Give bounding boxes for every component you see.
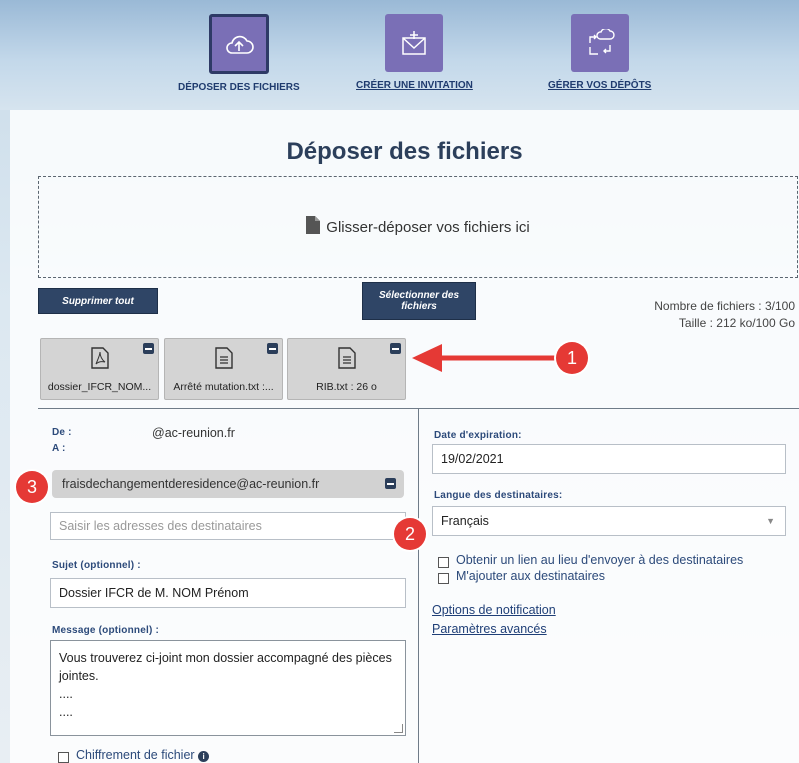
encryption-label: Chiffrement de fichier i [76, 748, 210, 762]
file-name: dossier_IFCR_NOM... [47, 381, 152, 393]
nav-label-manage: GÉRER VOS DÉPÔTS [548, 80, 652, 91]
nav-label-invitation: CRÉER UNE INVITATION [356, 80, 473, 91]
get-link-label: Obtenir un lien au lieu d'envoyer à des … [456, 553, 744, 567]
nav-label-deposit: DÉPOSER DES FICHIERS [178, 82, 300, 93]
advanced-settings-link[interactable]: Paramètres avancés [432, 622, 547, 636]
drop-zone-text: Glisser-déposer vos fichiers ici [326, 218, 530, 236]
resize-handle[interactable] [394, 724, 403, 733]
total-size: Taille : 212 ko/100 Go [678, 316, 795, 330]
transfer-icon [570, 14, 629, 72]
info-icon[interactable]: i [198, 751, 210, 762]
nav-deposit-files[interactable]: DÉPOSER DES FICHIERS [178, 14, 300, 93]
expiration-date-input[interactable]: 19/02/2021 [432, 444, 786, 474]
file-card[interactable]: RIB.txt : 26 o [287, 338, 406, 400]
to-label: A : [52, 443, 66, 454]
nav-create-invitation[interactable]: CRÉER UNE INVITATION [356, 14, 473, 91]
annotation-badge-3: 3 [16, 471, 48, 503]
message-label: Message (optionnel) : [52, 625, 159, 636]
page-title: Déposer des fichiers [286, 138, 523, 165]
remove-file-button[interactable] [390, 343, 401, 354]
file-card[interactable]: dossier_IFCR_NOM... [40, 338, 159, 400]
pdf-file-icon [90, 347, 110, 374]
recipient-chip: fraisdechangementderesidence@ac-reunion.… [52, 470, 404, 498]
expiration-value: 19/02/2021 [441, 452, 504, 466]
file-name: RIB.txt : 26 o [316, 381, 377, 393]
from-label: De : [52, 427, 72, 438]
expiration-label: Date d'expiration: [434, 430, 522, 441]
drop-zone[interactable]: Glisser-déposer vos fichiers ici [38, 176, 798, 278]
chevron-down-icon: ▼ [766, 516, 775, 526]
file-name: Arrêté mutation.txt :... [173, 381, 274, 393]
subject-label: Sujet (optionnel) : [52, 560, 141, 571]
delete-all-button[interactable]: Supprimer tout [38, 288, 158, 314]
recipient-email: fraisdechangementderesidence@ac-reunion.… [62, 477, 320, 491]
annotation-badge-1: 1 [556, 342, 588, 374]
recipients-input[interactable]: Saisir les adresses des destinataires [50, 512, 406, 540]
remove-file-button[interactable] [267, 343, 278, 354]
message-line: jointes. [59, 669, 99, 683]
encryption-checkbox[interactable] [58, 752, 69, 763]
remove-file-button[interactable] [143, 343, 154, 354]
column-divider [418, 409, 419, 763]
upload-panel: Déposer des fichiers Glisser-déposer vos… [10, 110, 799, 763]
file-stats: Nombre de fichiers : 3/100 Taille : 212 … [654, 298, 795, 332]
message-line: .... [59, 705, 73, 719]
annotation-badge-2: 2 [394, 518, 426, 550]
get-link-checkbox[interactable] [438, 557, 449, 568]
add-me-checkbox[interactable] [438, 573, 449, 584]
from-value: @ac-reunion.fr [152, 426, 235, 440]
language-value: Français [441, 514, 489, 528]
file-card[interactable]: Arrêté mutation.txt :... [164, 338, 283, 400]
message-textarea[interactable]: Vous trouverez ci-joint mon dossier acco… [50, 640, 406, 736]
nav-manage-deposits[interactable]: GÉRER VOS DÉPÔTS [548, 14, 651, 91]
recipients-placeholder: Saisir les adresses des destinataires [59, 519, 262, 533]
subject-input[interactable]: Dossier IFCR de M. NOM Prénom [50, 578, 406, 608]
language-select[interactable]: Français ▼ [432, 506, 786, 536]
subject-value: Dossier IFCR de M. NOM Prénom [59, 586, 249, 600]
language-label: Langue des destinataires: [434, 490, 563, 501]
message-line: Vous trouverez ci-joint mon dossier acco… [59, 651, 392, 665]
notification-options-link[interactable]: Options de notification [432, 603, 556, 617]
remove-recipient-button[interactable] [385, 478, 396, 489]
encryption-label-text: Chiffrement de fichier [76, 748, 195, 762]
cloud-upload-icon [208, 14, 269, 74]
text-file-icon [214, 347, 234, 374]
text-file-icon [337, 347, 357, 374]
envelope-plus-icon [385, 14, 444, 72]
message-line: .... [59, 687, 73, 701]
select-files-button[interactable]: Sélectionner des fichiers [362, 282, 476, 320]
file-count: Nombre de fichiers : 3/100 [654, 299, 795, 313]
top-navigation: DÉPOSER DES FICHIERS CRÉER UNE INVITATIO… [0, 0, 799, 110]
file-icon [306, 216, 321, 238]
add-me-label: M'ajouter aux destinataires [456, 569, 605, 583]
annotation-arrow [412, 344, 558, 372]
